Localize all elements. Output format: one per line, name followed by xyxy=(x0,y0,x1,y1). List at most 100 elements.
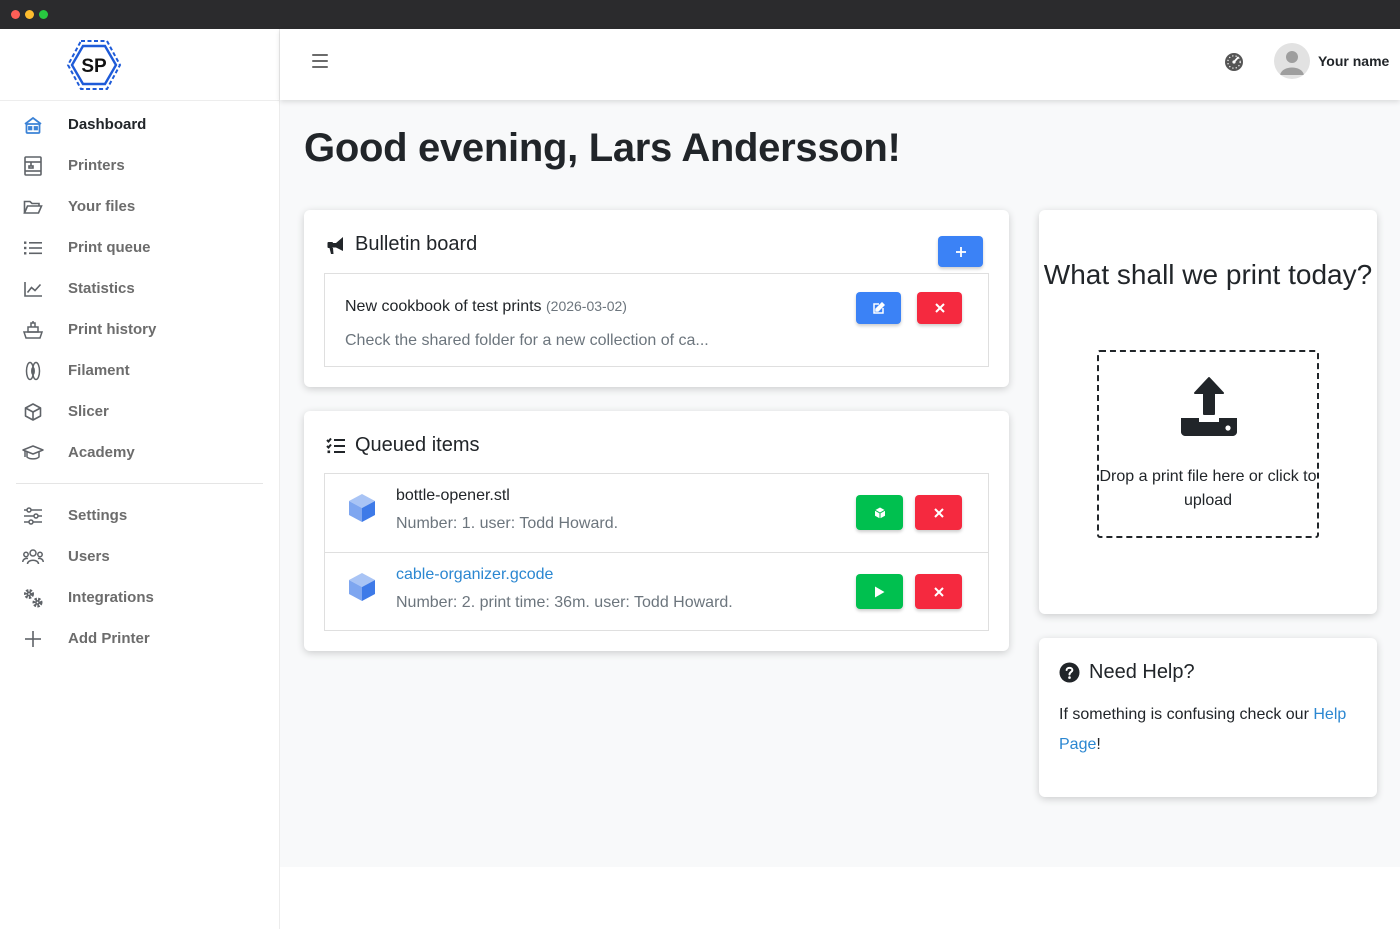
queue-list: bottle-opener.stl Number: 1. user: Todd … xyxy=(324,473,989,631)
sidebar-item-your-files[interactable]: Your files xyxy=(0,186,279,227)
logo-area: SP xyxy=(0,29,279,101)
queued-items-title-text: Queued items xyxy=(355,434,480,456)
gears-icon xyxy=(22,587,44,609)
folder-icon xyxy=(22,196,44,218)
sidebar-item-label: Users xyxy=(68,548,110,565)
history-icon xyxy=(22,319,44,341)
window-maximize-button[interactable] xyxy=(39,10,48,19)
chart-line-icon xyxy=(22,278,44,300)
model-cube-icon xyxy=(349,494,375,522)
sliders-icon xyxy=(22,505,44,527)
edit-bulletin-button[interactable] xyxy=(856,292,901,324)
sidebar-item-users[interactable]: Users xyxy=(0,536,279,577)
help-text: If something is confusing check our Help… xyxy=(1059,700,1359,760)
remove-queue-item-button[interactable] xyxy=(915,574,962,609)
sidebar-item-label: Print queue xyxy=(68,239,151,256)
bulletin-board-title: Bulletin board xyxy=(326,233,477,256)
user-name[interactable]: Your name xyxy=(1318,53,1389,69)
sidebar-divider xyxy=(16,483,263,484)
bulletin-item-title-text: New cookbook of test prints xyxy=(345,298,542,315)
filament-icon xyxy=(22,360,44,382)
play-icon xyxy=(875,586,885,597)
sidebar-item-label: Dashboard xyxy=(68,116,147,133)
sidebar-item-label: Filament xyxy=(68,362,130,379)
window-minimize-button[interactable] xyxy=(25,10,34,19)
queue-row: bottle-opener.stl Number: 1. user: Todd … xyxy=(325,474,988,552)
top-bar: Your name xyxy=(280,29,1400,100)
app-logo[interactable]: SP xyxy=(66,38,122,92)
plus-icon xyxy=(22,628,44,650)
sidebar-item-slicer[interactable]: Slicer xyxy=(0,391,279,432)
sidebar-item-dashboard[interactable]: Dashboard xyxy=(0,104,279,145)
sidebar-item-filament[interactable]: Filament xyxy=(0,350,279,391)
help-title: Need Help? xyxy=(1059,661,1195,684)
sidebar-item-print-queue[interactable]: Print queue xyxy=(0,227,279,268)
sidebar-item-label: Settings xyxy=(68,507,128,524)
file-dropzone[interactable]: Drop a print file here or click to uploa… xyxy=(1097,350,1319,538)
remove-queue-item-button[interactable] xyxy=(915,495,962,530)
question-circle-icon xyxy=(1059,662,1080,683)
sidebar-item-academy[interactable]: Academy xyxy=(0,432,279,473)
dashboard-icon xyxy=(22,114,44,136)
upload-title: What shall we print today? xyxy=(1043,259,1373,290)
upload-card: What shall we print today? Drop a print … xyxy=(1039,210,1377,614)
sidebar-item-label: Statistics xyxy=(68,280,135,297)
page-title: Good evening, Lars Andersson! xyxy=(304,126,901,170)
bulletin-item-date: (2026-03-02) xyxy=(546,298,627,314)
sidebar-nav-secondary: Settings Users Integrations Add Printer xyxy=(0,495,279,659)
sidebar-item-integrations[interactable]: Integrations xyxy=(0,577,279,618)
sidebar-item-statistics[interactable]: Statistics xyxy=(0,268,279,309)
gauge-icon[interactable] xyxy=(1224,52,1244,72)
bulletin-item: New cookbook of test prints (2026-03-02)… xyxy=(324,273,989,367)
sidebar-item-settings[interactable]: Settings xyxy=(0,495,279,536)
sidebar-item-printers[interactable]: Printers xyxy=(0,145,279,186)
sidebar-item-label: Integrations xyxy=(68,589,154,606)
queued-items-card: Queued items bottle-opener.stl Number: 1… xyxy=(304,411,1009,651)
queue-item-meta: Number: 2. print time: 36m. user: Todd H… xyxy=(396,594,733,611)
users-icon xyxy=(22,546,44,568)
queue-item-name[interactable]: bottle-opener.stl xyxy=(396,487,510,505)
checklist-icon xyxy=(326,437,346,455)
help-text-before: If something is confusing check our xyxy=(1059,706,1314,723)
bulletin-item-title: New cookbook of test prints (2026-03-02) xyxy=(345,298,627,316)
queue-item-name-link[interactable]: cable-organizer.gcode xyxy=(396,566,553,584)
avatar[interactable] xyxy=(1274,43,1310,79)
printer-icon xyxy=(22,155,44,177)
add-bulletin-button[interactable] xyxy=(938,236,983,267)
help-text-after: ! xyxy=(1096,736,1101,753)
sidebar-item-label: Add Printer xyxy=(68,630,150,647)
menu-toggle-icon[interactable] xyxy=(312,52,330,68)
close-icon xyxy=(934,303,945,313)
start-print-button[interactable] xyxy=(856,574,903,609)
sidebar-item-print-history[interactable]: Print history xyxy=(0,309,279,350)
sidebar-item-add-printer[interactable]: Add Printer xyxy=(0,618,279,659)
logo-text: SP xyxy=(81,56,107,77)
graduation-cap-icon xyxy=(22,442,44,464)
help-card: Need Help? If something is confusing che… xyxy=(1039,638,1377,797)
window-close-button[interactable] xyxy=(11,10,20,19)
dropzone-text: Drop a print file here or click to uploa… xyxy=(1099,468,1317,509)
queue-row: cable-organizer.gcode Number: 2. print t… xyxy=(325,552,988,630)
window-titlebar xyxy=(0,0,1400,29)
sidebar: SP Dashboard Printers Your files Print q… xyxy=(0,29,280,929)
sidebar-item-label: Printers xyxy=(68,157,125,174)
help-title-text: Need Help? xyxy=(1089,661,1195,683)
cube-icon xyxy=(874,507,885,518)
model-cube-icon xyxy=(349,573,375,601)
megaphone-icon xyxy=(326,235,346,255)
slice-button[interactable] xyxy=(856,495,903,530)
main-content: Good evening, Lars Andersson! Bulletin b… xyxy=(280,100,1400,867)
edit-icon xyxy=(872,302,885,314)
bulletin-board-title-text: Bulletin board xyxy=(355,233,478,255)
list-icon xyxy=(22,237,44,259)
bulletin-item-text: Check the shared folder for a new collec… xyxy=(345,332,709,349)
queue-item-meta: Number: 1. user: Todd Howard. xyxy=(396,515,619,532)
plus-icon xyxy=(955,246,966,257)
sidebar-item-label: Academy xyxy=(68,444,135,461)
delete-bulletin-button[interactable] xyxy=(917,292,962,324)
queued-items-title: Queued items xyxy=(326,434,480,457)
sidebar-item-label: Print history xyxy=(68,321,157,338)
sidebar-item-label: Slicer xyxy=(68,403,109,420)
sidebar-item-label: Your files xyxy=(68,198,136,215)
close-icon xyxy=(933,507,944,518)
